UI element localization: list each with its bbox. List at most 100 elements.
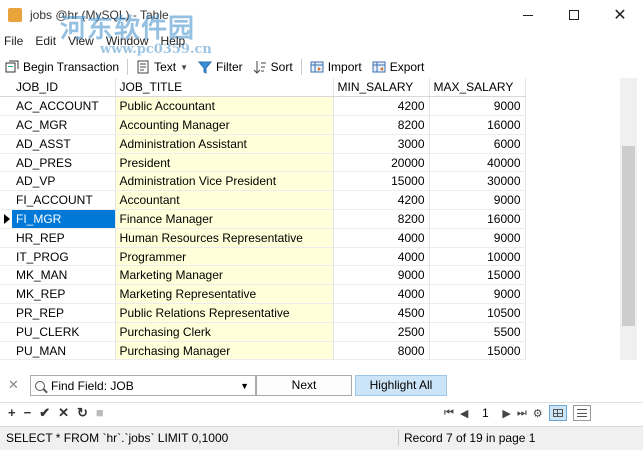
cell-min-salary[interactable]: 4500: [333, 303, 430, 323]
import-button[interactable]: Import: [305, 57, 367, 77]
column-header-job-title[interactable]: JOB_TITLE: [115, 78, 334, 98]
apply-changes-icon[interactable]: ✔: [39, 405, 50, 421]
next-page-icon[interactable]: ▶: [502, 407, 510, 420]
menu-view[interactable]: View: [62, 34, 100, 52]
column-header-min-salary[interactable]: MIN_SALARY: [333, 78, 430, 98]
find-next-button[interactable]: Next: [256, 375, 352, 396]
cell-job-id[interactable]: FI_MGR: [12, 209, 116, 229]
cell-max-salary[interactable]: 16000: [429, 209, 526, 229]
table-row[interactable]: AD_PRES President 20000 40000: [0, 153, 620, 173]
cell-job-title[interactable]: Purchasing Manager: [115, 341, 334, 360]
cell-min-salary[interactable]: 8200: [333, 115, 430, 135]
cell-min-salary[interactable]: 4000: [333, 247, 430, 267]
cell-job-title[interactable]: Programmer: [115, 247, 334, 267]
cell-max-salary[interactable]: 16000: [429, 115, 526, 135]
page-number[interactable]: 1: [474, 406, 496, 420]
cell-job-id[interactable]: AC_ACCOUNT: [12, 96, 116, 117]
form-view-button[interactable]: [572, 405, 591, 421]
table-row[interactable]: PU_CLERK Purchasing Clerk 2500 5500: [0, 322, 620, 342]
settings-gear-icon[interactable]: ⚙: [533, 407, 543, 420]
cell-job-id[interactable]: AD_VP: [12, 171, 116, 192]
cell-max-salary[interactable]: 10500: [429, 303, 526, 323]
cell-job-id[interactable]: AC_MGR: [12, 115, 116, 135]
cell-min-salary[interactable]: 4200: [333, 190, 430, 211]
cell-max-salary[interactable]: 9000: [429, 228, 526, 248]
table-row[interactable]: MK_REP Marketing Representative 4000 9000: [0, 284, 620, 305]
cell-job-id[interactable]: FI_ACCOUNT: [12, 190, 116, 211]
cell-job-title[interactable]: Administration Assistant: [115, 134, 334, 154]
cell-job-title[interactable]: Finance Manager: [115, 209, 334, 229]
cell-min-salary[interactable]: 8000: [333, 341, 430, 360]
table-row[interactable]: MK_MAN Marketing Manager 9000 15000: [0, 265, 620, 286]
vertical-scrollbar[interactable]: [620, 78, 637, 360]
cell-max-salary[interactable]: 10000: [429, 247, 526, 267]
begin-transaction-button[interactable]: Begin Transaction: [0, 57, 124, 77]
cell-job-title[interactable]: Accountant: [115, 190, 334, 211]
cell-job-id[interactable]: MK_REP: [12, 284, 116, 305]
table-row[interactable]: HR_REP Human Resources Representative 4000…: [0, 228, 620, 248]
cell-job-id[interactable]: MK_MAN: [12, 265, 116, 286]
table-row[interactable]: PR_REP Public Relations Representative 450…: [0, 303, 620, 323]
cell-max-salary[interactable]: 15000: [429, 265, 526, 286]
cell-job-id[interactable]: AD_PRES: [12, 153, 116, 173]
table-row[interactable]: PU_MAN Purchasing Manager 8000 15000: [0, 341, 620, 360]
cell-min-salary[interactable]: 20000: [333, 153, 430, 173]
cell-job-title[interactable]: Accounting Manager: [115, 115, 334, 135]
maximize-button[interactable]: [551, 0, 597, 30]
cell-job-id[interactable]: AD_ASST: [12, 134, 116, 154]
menu-edit[interactable]: Edit: [29, 34, 62, 52]
table-row[interactable]: FI_MGR Finance Manager 8200 16000: [0, 209, 620, 229]
cell-min-salary[interactable]: 3000: [333, 134, 430, 154]
cell-job-title[interactable]: Marketing Manager: [115, 265, 334, 286]
cell-min-salary[interactable]: 4000: [333, 228, 430, 248]
cell-max-salary[interactable]: 15000: [429, 341, 526, 360]
text-button[interactable]: Text ▼: [131, 57, 193, 77]
export-button[interactable]: Export: [367, 57, 430, 77]
last-page-icon[interactable]: ⏭: [517, 407, 527, 420]
table-row[interactable]: FI_ACCOUNT Accountant 4200 9000: [0, 190, 620, 211]
cell-max-salary[interactable]: 9000: [429, 96, 526, 117]
cell-min-salary[interactable]: 9000: [333, 265, 430, 286]
cell-job-id[interactable]: PU_CLERK: [12, 322, 116, 342]
cell-job-id[interactable]: PR_REP: [12, 303, 116, 323]
menu-window[interactable]: Window: [100, 34, 155, 52]
cell-job-title[interactable]: Public Relations Representative: [115, 303, 334, 323]
refresh-icon[interactable]: ↻: [77, 405, 88, 421]
cell-min-salary[interactable]: 4000: [333, 284, 430, 305]
cell-max-salary[interactable]: 9000: [429, 190, 526, 211]
cell-job-title[interactable]: Purchasing Clerk: [115, 322, 334, 342]
scrollbar-thumb[interactable]: [622, 146, 635, 326]
stop-icon[interactable]: ■: [96, 405, 104, 421]
table-row[interactable]: AD_VP Administration Vice President 15000 3…: [0, 171, 620, 192]
cell-max-salary[interactable]: 40000: [429, 153, 526, 173]
cell-min-salary[interactable]: 8200: [333, 209, 430, 229]
cell-job-title[interactable]: Administration Vice President: [115, 171, 334, 192]
table-row[interactable]: AC_ACCOUNT Public Accountant 4200 9000: [0, 96, 620, 117]
menu-file[interactable]: File: [0, 34, 29, 52]
cell-job-title[interactable]: President: [115, 153, 334, 173]
minimize-button[interactable]: [505, 0, 551, 30]
column-header-job-id[interactable]: JOB_ID: [12, 78, 116, 98]
table-row[interactable]: IT_PROG Programmer 4000 10000: [0, 247, 620, 267]
cell-max-salary[interactable]: 5500: [429, 322, 526, 342]
filter-button[interactable]: Filter: [193, 57, 248, 77]
cell-job-id[interactable]: HR_REP: [12, 228, 116, 248]
cell-job-title[interactable]: Marketing Representative: [115, 284, 334, 305]
cell-job-id[interactable]: PU_MAN: [12, 341, 116, 360]
cell-max-salary[interactable]: 30000: [429, 171, 526, 192]
cell-max-salary[interactable]: 6000: [429, 134, 526, 154]
close-button[interactable]: ✕: [597, 0, 643, 30]
column-header-max-salary[interactable]: MAX_SALARY: [429, 78, 526, 98]
grid-view-button[interactable]: [548, 405, 567, 421]
cell-max-salary[interactable]: 9000: [429, 284, 526, 305]
table-row[interactable]: AD_ASST Administration Assistant 3000 6000: [0, 134, 620, 154]
previous-page-icon[interactable]: ◀: [460, 407, 468, 420]
menu-help[interactable]: Help: [155, 34, 192, 52]
cell-job-title[interactable]: Human Resources Representative: [115, 228, 334, 248]
cell-min-salary[interactable]: 2500: [333, 322, 430, 342]
close-find-icon[interactable]: ✕: [8, 377, 19, 393]
highlight-all-button[interactable]: Highlight All: [355, 375, 447, 396]
cell-min-salary[interactable]: 15000: [333, 171, 430, 192]
add-record-icon[interactable]: +: [8, 405, 16, 421]
first-page-icon[interactable]: ⏮: [444, 407, 454, 420]
